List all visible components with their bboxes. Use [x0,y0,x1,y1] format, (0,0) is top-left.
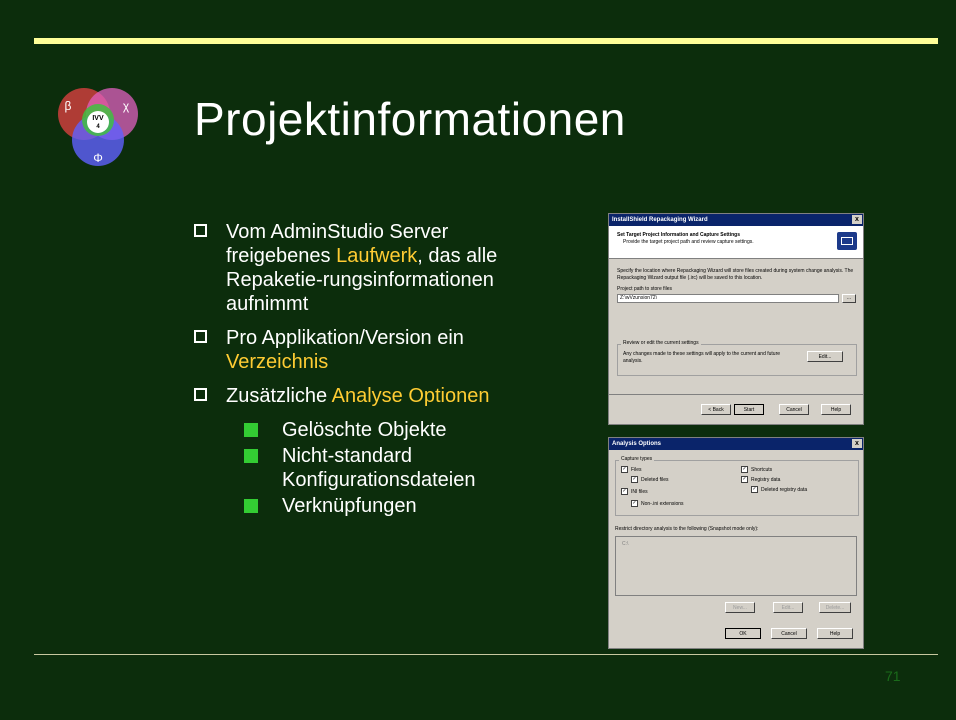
wizard-description: Specify the location where Repackaging W… [617,268,854,281]
deleted-registry-checkbox[interactable]: ✓ Deleted registry data [751,486,807,493]
logo-beta: β [65,99,72,113]
checked-icon: ✓ [741,476,748,483]
checked-icon: ✓ [621,488,628,495]
bullet-list: Vom AdminStudio Server freigebenes Laufw… [194,220,564,520]
start-button[interactable]: Start [734,404,764,415]
capture-types-group [615,460,859,516]
checked-icon: ✓ [751,486,758,493]
square-bullet-icon [194,224,207,237]
wizard-heading: Set Target Project Information and Captu… [617,232,740,238]
highlight-verzeichnis: Verzeichnis [226,351,329,373]
highlight-laufwerk: Laufwerk [336,245,418,267]
list-item[interactable]: C:\ [622,541,628,548]
help-button[interactable]: Help [821,404,851,415]
group-label: Review or edit the current settings [621,340,701,347]
ivv-logo-icon: IVV 4 β χ Φ [58,88,138,166]
shortcuts-checkbox[interactable]: ✓ Shortcuts [741,466,772,473]
checked-icon: ✓ [741,466,748,473]
logo-phi: Φ [93,151,103,165]
square-bullet-icon [194,388,207,401]
cancel-button[interactable]: Cancel [779,404,809,415]
non-ini-checkbox[interactable]: ✓ Non-.ini extensions [631,500,684,507]
page-number: 71 [885,668,901,684]
bottom-divider [34,654,938,655]
help-button[interactable]: Help [817,628,853,639]
highlight-analyse-optionen: Analyse Optionen [331,385,490,407]
bullet-item: Zusätzliche Analyse Optionen [194,384,496,408]
slide-title: Projektinformationen [194,93,626,145]
registry-checkbox[interactable]: ✓ Registry data [741,476,780,483]
wizard-titlebar: InstallShield Repackaging Wizard x [609,214,863,226]
cancel-button[interactable]: Cancel [771,628,807,639]
green-square-bullet-icon [244,423,258,437]
repackaging-wizard-dialog: InstallShield Repackaging Wizard x Set T… [608,213,864,425]
bullet-item: Vom AdminStudio Server freigebenes Laufw… [194,220,526,316]
logo-center-text: IVV [92,115,104,122]
green-square-bullet-icon [244,449,258,463]
top-divider [34,38,938,44]
group-text: Any changes made to these settings will … [623,351,781,364]
checked-icon: ✓ [631,476,638,483]
sub-bullet-item: Verknüpfungen [244,494,564,518]
wizard-header: Set Target Project Information and Captu… [609,226,863,258]
sub-bullet-item: Nicht-standard Konfigurationsdateien [244,444,522,492]
analysis-options-dialog: Analysis Options x Capture types ✓ Files … [608,437,864,649]
sub-bullet-item: Gelöschte Objekte [244,418,564,442]
analysis-titlebar: Analysis Options x [609,438,863,450]
logo-chi: χ [123,99,130,113]
directory-list[interactable]: C:\ [615,536,857,596]
edit-settings-button[interactable]: Edit... [807,351,843,362]
capture-types-label: Capture types [619,456,655,463]
checked-icon: ✓ [631,500,638,507]
browse-button[interactable]: ... [842,294,856,303]
deleted-files-checkbox[interactable]: ✓ Deleted files [631,476,669,483]
files-checkbox[interactable]: ✓ Files [621,466,642,473]
ok-button[interactable]: OK [725,628,761,639]
ini-files-checkbox[interactable]: ✓ INI files [621,488,648,495]
close-icon[interactable]: x [852,439,862,448]
wizard-subheading: Provide the target project path and revi… [623,239,754,245]
edit-button[interactable]: Edit... [773,602,803,613]
slide: IVV 4 β χ Φ Projektinformationen Vom Adm… [0,0,956,720]
path-label: Project path to store files [617,286,673,292]
restrict-label: Restrict directory analysis to the follo… [615,526,759,532]
close-icon[interactable]: x [852,215,862,224]
square-bullet-icon [194,330,207,343]
back-button[interactable]: < Back [701,404,731,415]
new-button[interactable]: New... [725,602,755,613]
wizard-logo-icon [837,232,857,250]
green-square-bullet-icon [244,499,258,513]
delete-button[interactable]: Delete... [819,602,851,613]
bullet-item: Pro Applikation/Version ein Verzeichnis [194,326,526,374]
checked-icon: ✓ [621,466,628,473]
project-path-input[interactable]: Z:\wVzunsion72\ [617,294,839,303]
